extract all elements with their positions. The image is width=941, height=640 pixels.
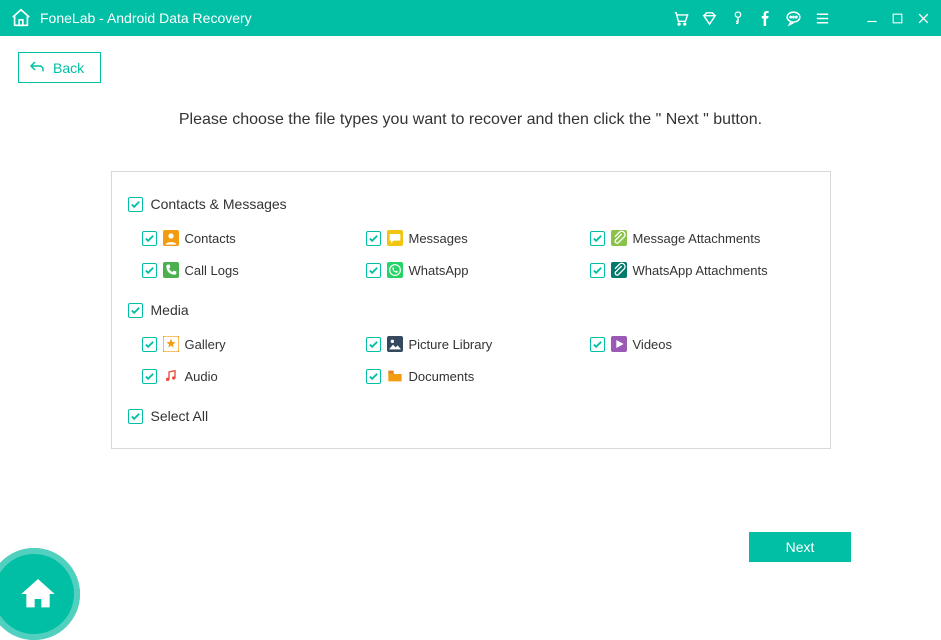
- maximize-icon[interactable]: [891, 12, 904, 25]
- app-title: FoneLab - Android Data Recovery: [40, 10, 672, 26]
- checkbox-message-attachments[interactable]: [590, 231, 605, 246]
- file-type-panel: Contacts & Messages Contacts Messages Me…: [111, 171, 831, 449]
- select-all[interactable]: Select All: [128, 408, 814, 424]
- message-attachments-icon: [611, 230, 627, 246]
- messages-label: Messages: [409, 231, 468, 246]
- documents-label: Documents: [409, 369, 475, 384]
- whatsapp-attachments-icon: [611, 262, 627, 278]
- checkbox-select-all[interactable]: [128, 409, 143, 424]
- back-arrow-icon: [29, 59, 45, 76]
- item-videos[interactable]: Videos: [590, 336, 814, 352]
- home-icon: [18, 574, 58, 619]
- item-documents[interactable]: Documents: [366, 368, 590, 384]
- audio-label: Audio: [185, 369, 218, 384]
- key-icon[interactable]: [730, 10, 746, 26]
- whatsapp-label: WhatsApp: [409, 263, 469, 278]
- cart-icon[interactable]: [672, 10, 689, 27]
- item-message-attachments[interactable]: Message Attachments: [590, 230, 814, 246]
- group-media[interactable]: Media: [128, 302, 814, 318]
- item-messages[interactable]: Messages: [366, 230, 590, 246]
- media-grid: Gallery Picture Library Videos Audio: [128, 336, 814, 384]
- checkbox-messages[interactable]: [366, 231, 381, 246]
- close-icon[interactable]: [916, 11, 931, 26]
- select-all-label: Select All: [151, 408, 209, 424]
- app-logo-icon: [10, 7, 32, 29]
- diamond-icon[interactable]: [701, 10, 718, 27]
- checkbox-documents[interactable]: [366, 369, 381, 384]
- contacts-label: Contacts: [185, 231, 236, 246]
- checkbox-call-logs[interactable]: [142, 263, 157, 278]
- picture-library-label: Picture Library: [409, 337, 493, 352]
- item-contacts[interactable]: Contacts: [142, 230, 366, 246]
- picture-library-icon: [387, 336, 403, 352]
- message-attachments-label: Message Attachments: [633, 231, 761, 246]
- titlebar: FoneLab - Android Data Recovery: [0, 0, 941, 36]
- feedback-icon[interactable]: [785, 10, 802, 27]
- home-fab[interactable]: [0, 548, 80, 640]
- item-whatsapp[interactable]: WhatsApp: [366, 262, 590, 278]
- group-contacts-messages[interactable]: Contacts & Messages: [128, 196, 814, 212]
- item-gallery[interactable]: Gallery: [142, 336, 366, 352]
- messages-icon: [387, 230, 403, 246]
- titlebar-controls: [672, 10, 931, 27]
- group-contacts-label: Contacts & Messages: [151, 196, 287, 212]
- item-whatsapp-attachments[interactable]: WhatsApp Attachments: [590, 262, 814, 278]
- contacts-icon: [163, 230, 179, 246]
- audio-icon: [163, 368, 179, 384]
- item-picture-library[interactable]: Picture Library: [366, 336, 590, 352]
- videos-label: Videos: [633, 337, 673, 352]
- minimize-icon[interactable]: [865, 11, 879, 25]
- call-logs-label: Call Logs: [185, 263, 239, 278]
- checkbox-group-media[interactable]: [128, 303, 143, 318]
- whatsapp-icon: [387, 262, 403, 278]
- facebook-icon[interactable]: [758, 11, 773, 26]
- checkbox-picture-library[interactable]: [366, 337, 381, 352]
- item-audio[interactable]: Audio: [142, 368, 366, 384]
- group-media-label: Media: [151, 302, 189, 318]
- whatsapp-attachments-label: WhatsApp Attachments: [633, 263, 768, 278]
- gallery-label: Gallery: [185, 337, 226, 352]
- back-button[interactable]: Back: [18, 52, 101, 83]
- checkbox-whatsapp[interactable]: [366, 263, 381, 278]
- gallery-icon: [163, 336, 179, 352]
- instruction-text: Please choose the file types you want to…: [0, 111, 941, 129]
- checkbox-audio[interactable]: [142, 369, 157, 384]
- next-label: Next: [786, 539, 815, 555]
- checkbox-group-contacts[interactable]: [128, 197, 143, 212]
- menu-icon[interactable]: [814, 10, 831, 27]
- back-label: Back: [53, 60, 84, 76]
- call-logs-icon: [163, 262, 179, 278]
- checkbox-videos[interactable]: [590, 337, 605, 352]
- checkbox-gallery[interactable]: [142, 337, 157, 352]
- item-call-logs[interactable]: Call Logs: [142, 262, 366, 278]
- contacts-grid: Contacts Messages Message Attachments Ca…: [128, 230, 814, 278]
- checkbox-whatsapp-attachments[interactable]: [590, 263, 605, 278]
- documents-icon: [387, 368, 403, 384]
- videos-icon: [611, 336, 627, 352]
- next-button[interactable]: Next: [749, 532, 851, 562]
- checkbox-contacts[interactable]: [142, 231, 157, 246]
